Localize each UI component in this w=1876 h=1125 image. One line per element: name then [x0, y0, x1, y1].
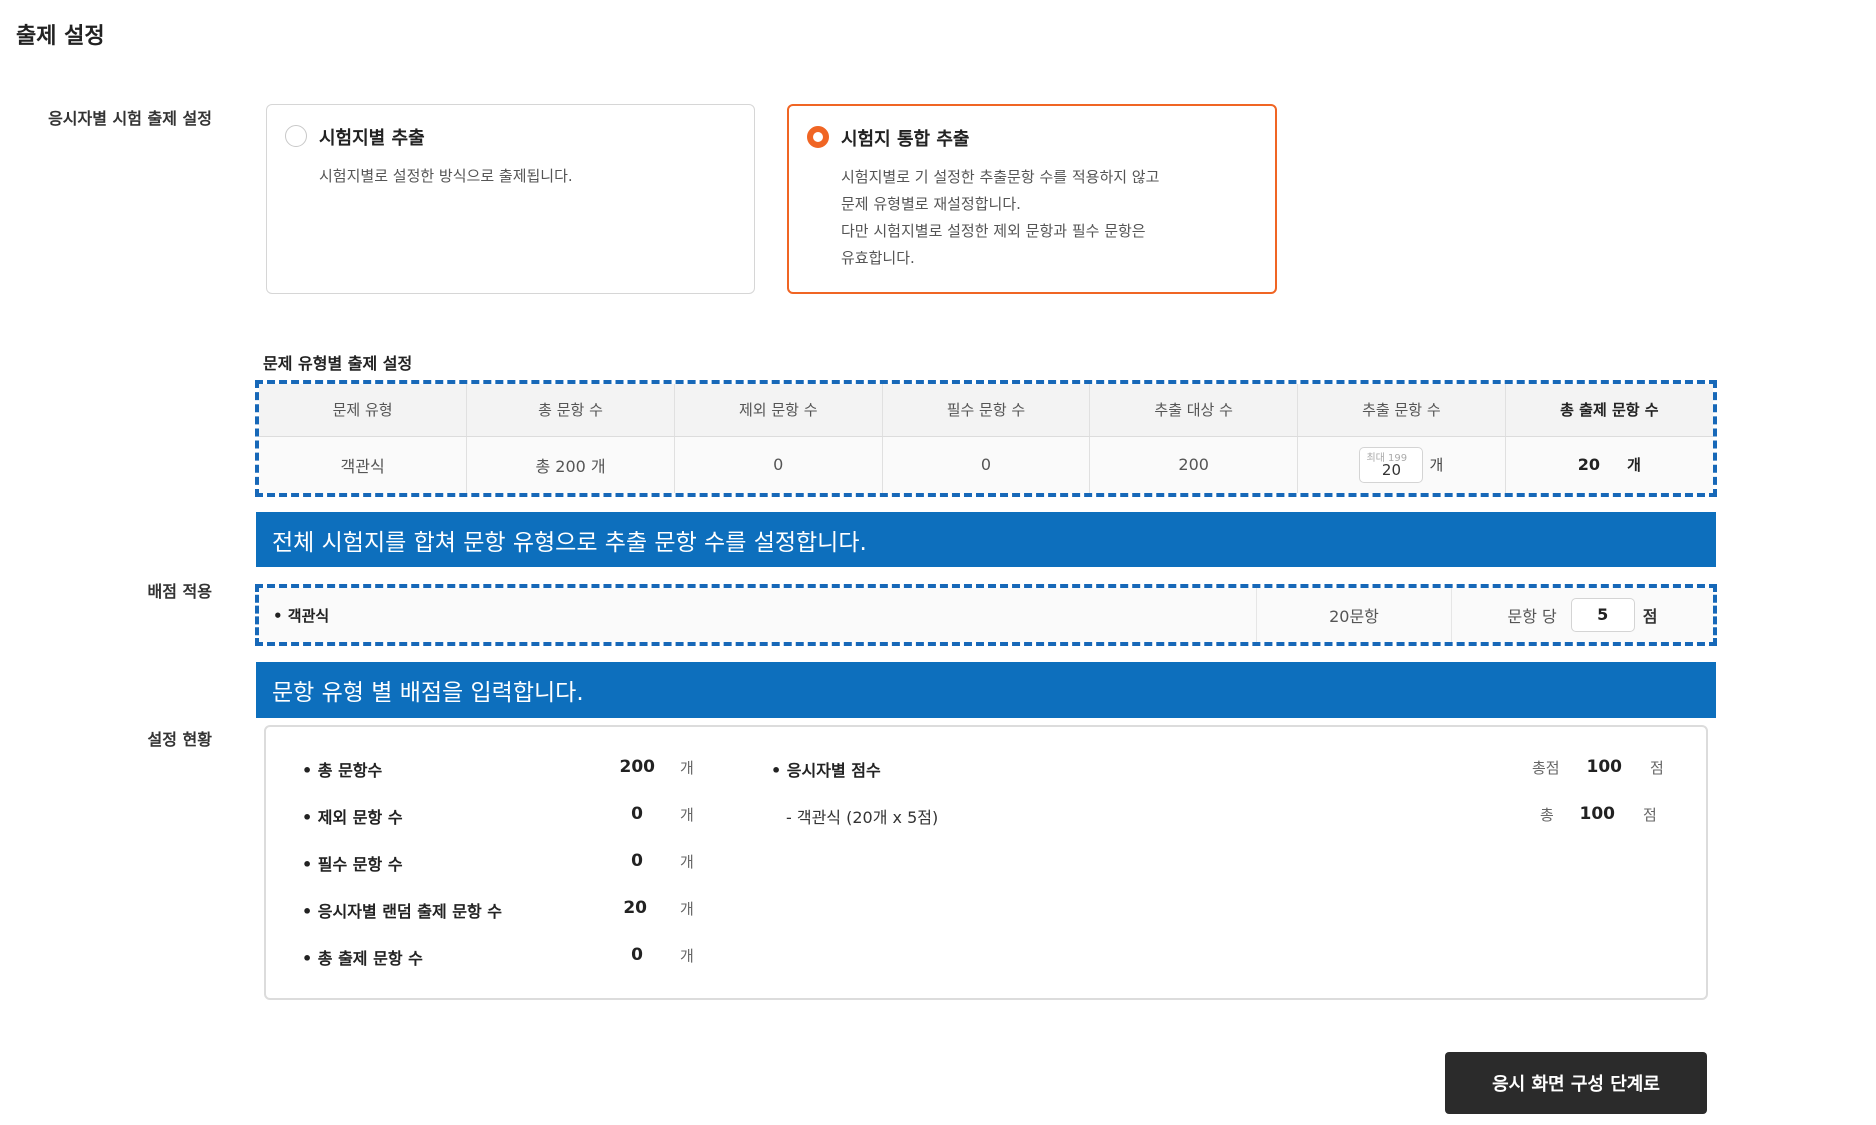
type-section-heading: 문제 유형별 출제 설정	[263, 354, 413, 373]
type-table-highlight: 문제 유형 총 문항 수 제외 문항 수 필수 문항 수 추출 대상 수 추출 …	[255, 380, 1717, 497]
next-step-button[interactable]: 응시 화면 구성 단계로	[1445, 1052, 1707, 1114]
total-score-unit: 점	[1650, 759, 1664, 777]
table-header: 필수 문항 수	[882, 384, 1091, 437]
option-title: 시험지별 추출	[319, 128, 425, 149]
cell-type: 객관식	[259, 436, 468, 493]
status-item-unit: 개	[680, 806, 694, 824]
table-header: 제외 문항 수	[674, 384, 883, 437]
score-row-highlight: • 객관식 20문항 문항 당 5 점	[255, 584, 1717, 646]
cell-excluded: 0	[674, 436, 883, 493]
table-header: 추출 문항 수	[1297, 384, 1506, 437]
score-row: • 객관식 20문항 문항 당 5 점	[259, 588, 1713, 642]
status-item-unit: 개	[680, 947, 694, 965]
cell-required: 0	[882, 436, 1091, 493]
status-item-value: 200	[619, 757, 656, 777]
status-item-label: • 응시자별 랜덤 출제 문항 수	[302, 902, 502, 921]
score-section-label: 배점 적용	[147, 582, 212, 601]
type-table: 문제 유형 총 문항 수 제외 문항 수 필수 문항 수 추출 대상 수 추출 …	[259, 384, 1713, 493]
status-item-unit: 개	[680, 853, 694, 871]
breakdown-unit: 점	[1643, 806, 1657, 824]
table-header: 총 문항 수	[466, 384, 675, 437]
option-card-integrated[interactable]: 시험지 통합 추출 시험지별로 기 설정한 추출문항 수를 적용하지 않고 문제…	[787, 104, 1277, 294]
status-item-label: • 총 출제 문항 수	[302, 949, 423, 968]
total-score-label: 총점	[1532, 759, 1560, 777]
score-per-item-input[interactable]: 5	[1570, 598, 1635, 632]
table-header: 총 출제 문항 수	[1505, 384, 1713, 437]
option-desc: 시험지별로 설정한 방식으로 출제됩니다.	[319, 167, 573, 185]
cell-total: 총 200 개	[466, 436, 675, 493]
cell-target: 200	[1089, 436, 1299, 493]
total-out-value: 20	[1577, 455, 1601, 475]
status-item-value: 20	[623, 898, 647, 918]
extract-count-value: 20	[1381, 460, 1401, 479]
status-item-value: 0	[631, 851, 643, 871]
radio-integrated[interactable]	[807, 126, 829, 148]
option-card-per-sheet[interactable]: 시험지별 추출 시험지별로 설정한 방식으로 출제됩니다.	[266, 104, 755, 294]
breakdown-value: 100	[1579, 804, 1616, 824]
extract-count-input[interactable]: 최대 199 20	[1359, 446, 1424, 483]
option-title: 시험지 통합 추출	[841, 129, 970, 150]
breakdown-prefix: 총	[1540, 806, 1554, 824]
table-header: 추출 대상 수	[1089, 384, 1299, 437]
cell-extract: 최대 199 20 개	[1297, 436, 1506, 493]
score-breakdown: - 객관식 (20개 x 5점)	[786, 808, 939, 827]
status-item-unit: 개	[680, 900, 694, 918]
status-item-label: • 총 문항수	[302, 761, 383, 780]
cell-total-out: 20 개	[1505, 436, 1713, 493]
total-score-value: 100	[1586, 757, 1623, 777]
page-title: 출제 설정	[16, 24, 105, 49]
status-section-label: 설정 현황	[147, 730, 212, 749]
table-row: 객관식 총 200 개 0 0 200 최대 199 20 개 20 개	[259, 436, 1713, 493]
table-header-row: 문제 유형 총 문항 수 제외 문항 수 필수 문항 수 추출 대상 수 추출 …	[259, 384, 1713, 437]
radio-per-sheet[interactable]	[285, 125, 307, 147]
mode-section-label: 응시자별 시험 출제 설정	[48, 109, 212, 128]
status-item-value: 0	[631, 804, 643, 824]
type-info-banner: 전체 시험지를 합쳐 문항 유형으로 추출 문항 수를 설정합니다.	[256, 512, 1716, 567]
table-header: 문제 유형	[259, 384, 468, 437]
status-item-label: • 필수 문항 수	[302, 855, 403, 874]
option-desc: 시험지별로 기 설정한 추출문항 수를 적용하지 않고 문제 유형별로 재설정합…	[841, 168, 1160, 267]
per-item-label: 문항 당	[1507, 607, 1557, 626]
total-out-unit: 개	[1627, 456, 1641, 475]
status-box	[264, 725, 1708, 1000]
status-item-value: 0	[631, 945, 643, 965]
score-per-item: 문항 당 5 점	[1451, 588, 1713, 642]
score-count: 20문항	[1256, 588, 1451, 642]
score-type: • 객관식	[273, 606, 330, 625]
score-summary-title: • 응시자별 점수	[771, 761, 881, 780]
extract-unit: 개	[1429, 456, 1444, 475]
status-item-unit: 개	[680, 759, 694, 777]
score-info-banner: 문항 유형 별 배점을 입력합니다.	[256, 662, 1716, 718]
status-item-label: • 제외 문항 수	[302, 808, 403, 827]
score-unit: 점	[1642, 607, 1658, 626]
